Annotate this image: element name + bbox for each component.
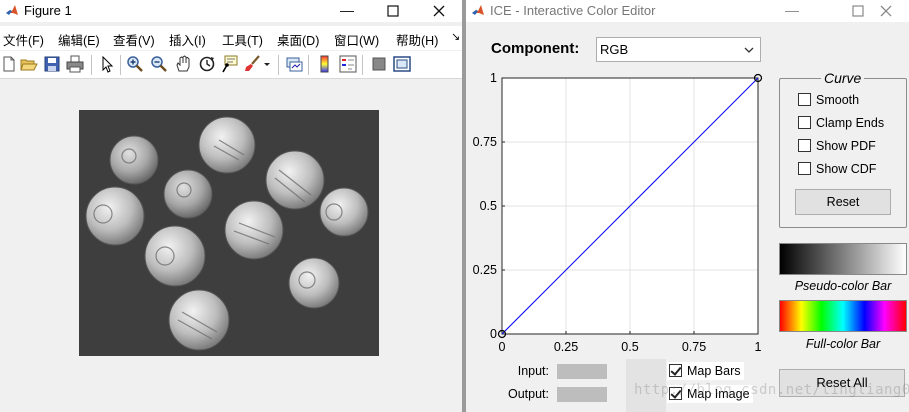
y-tick-label: 0.75 bbox=[473, 135, 497, 149]
watermark-text: http://blog.csdn.net/lingliang022 bbox=[634, 382, 909, 398]
toolbar-separator bbox=[91, 55, 92, 75]
x-tick-label: 0 bbox=[499, 340, 506, 354]
chevron-down-icon[interactable] bbox=[262, 55, 272, 73]
checkbox-box[interactable] bbox=[669, 364, 682, 377]
figure-toolbar bbox=[0, 51, 462, 79]
figure-window: Figure 1 — 文件(F) 编辑(E) 查看(V) 插入(I) 工具(T)… bbox=[0, 0, 462, 412]
smooth-label: Smooth bbox=[816, 93, 860, 107]
menu-window[interactable]: 窗口(W) bbox=[334, 30, 379, 49]
maximize-button[interactable] bbox=[370, 0, 416, 22]
zoom-in-icon[interactable] bbox=[126, 55, 144, 73]
matlab-icon bbox=[6, 5, 18, 15]
reset-button[interactable]: Reset bbox=[795, 189, 891, 215]
menu-desktop[interactable]: 桌面(D) bbox=[277, 30, 319, 49]
new-figure-icon[interactable] bbox=[0, 55, 18, 73]
open-icon[interactable] bbox=[20, 55, 38, 73]
menu-overflow[interactable]: ↘ bbox=[451, 30, 460, 43]
input-label: Input: bbox=[517, 364, 549, 378]
pseudo-color-bar[interactable] bbox=[779, 243, 907, 275]
toolbar-separator bbox=[362, 55, 363, 75]
menu-edit[interactable]: 编辑(E) bbox=[58, 30, 100, 49]
map-bars-checkbox[interactable]: Map Bars bbox=[667, 362, 744, 380]
menu-view[interactable]: 查看(V) bbox=[113, 30, 155, 49]
figure-title: Figure 1 bbox=[24, 3, 72, 18]
component-label: Component: bbox=[491, 40, 580, 57]
checkbox-box[interactable] bbox=[798, 139, 811, 152]
checkbox-box[interactable] bbox=[798, 116, 811, 129]
curve-panel-title: Curve bbox=[821, 70, 865, 86]
y-tick-label: 0.25 bbox=[473, 263, 497, 277]
close-icon bbox=[433, 5, 445, 17]
x-tick-label: 0.75 bbox=[682, 340, 706, 354]
show-cdf-label: Show CDF bbox=[816, 162, 877, 176]
pseudo-color-label: Pseudo-color Bar bbox=[794, 279, 892, 293]
brush-icon[interactable] bbox=[243, 55, 261, 73]
menu-file[interactable]: 文件(F) bbox=[3, 30, 44, 49]
show-pdf-label: Show PDF bbox=[816, 139, 876, 153]
clamp-ends-checkbox[interactable]: Clamp Ends bbox=[798, 116, 884, 132]
y-tick-label: 0 bbox=[490, 327, 497, 341]
clamp-ends-label: Clamp Ends bbox=[816, 116, 885, 130]
close-icon bbox=[880, 5, 892, 17]
chevron-down-icon bbox=[744, 47, 754, 53]
data-cursor-icon[interactable] bbox=[221, 55, 239, 73]
checkbox-box[interactable] bbox=[798, 162, 811, 175]
minimize-button[interactable]: — bbox=[769, 0, 815, 22]
colorbar-icon[interactable] bbox=[316, 55, 334, 73]
pan-icon[interactable] bbox=[174, 55, 192, 73]
close-button[interactable] bbox=[416, 0, 462, 22]
save-icon[interactable] bbox=[43, 55, 61, 73]
smooth-checkbox[interactable]: Smooth bbox=[798, 93, 859, 109]
coins-grayscale-image bbox=[79, 110, 379, 356]
menu-help[interactable]: 帮助(H) bbox=[396, 30, 438, 49]
ice-title: ICE - Interactive Color Editor bbox=[490, 3, 656, 18]
toolbar-separator bbox=[120, 55, 121, 75]
rotate-icon[interactable] bbox=[198, 55, 216, 73]
map-bars-label: Map Bars bbox=[687, 364, 741, 378]
checkbox-box[interactable] bbox=[798, 93, 811, 106]
output-label: Output: bbox=[508, 387, 549, 401]
menu-tools[interactable]: 工具(T) bbox=[222, 30, 263, 49]
legend-icon[interactable] bbox=[339, 55, 357, 73]
figure-menubar: 文件(F) 编辑(E) 查看(V) 插入(I) 工具(T) 桌面(D) 窗口(W… bbox=[0, 26, 462, 50]
show-pdf-checkbox[interactable]: Show PDF bbox=[798, 139, 876, 155]
pointer-icon[interactable] bbox=[98, 55, 116, 73]
zoom-out-icon[interactable] bbox=[150, 55, 168, 73]
show-cdf-checkbox[interactable]: Show CDF bbox=[798, 162, 876, 178]
component-select[interactable]: RGB bbox=[596, 37, 761, 62]
full-color-bar[interactable] bbox=[779, 300, 907, 332]
print-icon[interactable] bbox=[66, 55, 84, 73]
figure-titlebar[interactable]: Figure 1 — bbox=[0, 0, 462, 22]
ice-titlebar[interactable]: ICE - Interactive Color Editor — bbox=[466, 0, 909, 22]
minimize-button[interactable]: — bbox=[324, 0, 370, 22]
hide-plot-tools-icon[interactable] bbox=[370, 55, 388, 73]
x-tick-label: 0.25 bbox=[554, 340, 578, 354]
output-value bbox=[557, 387, 607, 402]
ice-window: ICE - Interactive Color Editor — Compone… bbox=[466, 0, 909, 412]
show-plot-tools-icon[interactable] bbox=[393, 55, 411, 73]
coins-image-graphic bbox=[79, 110, 379, 356]
x-tick-label: 1 bbox=[755, 340, 762, 354]
matlab-icon bbox=[472, 5, 484, 15]
component-value: RGB bbox=[600, 42, 629, 57]
toolbar-separator bbox=[308, 55, 309, 75]
link-plot-icon[interactable] bbox=[285, 55, 303, 73]
maximize-icon bbox=[387, 5, 399, 17]
x-tick-label: 0.5 bbox=[621, 340, 638, 354]
menu-insert[interactable]: 插入(I) bbox=[169, 30, 206, 49]
full-color-label: Full-color Bar bbox=[805, 337, 881, 351]
toolbar-separator bbox=[278, 55, 279, 75]
close-button[interactable] bbox=[863, 0, 909, 22]
y-tick-label: 0.5 bbox=[480, 199, 497, 213]
mapping-curve-plot[interactable]: 0 0.25 0.5 0.75 1 0 0.25 0.5 0.75 1 bbox=[466, 68, 766, 358]
input-value bbox=[557, 364, 607, 379]
y-tick-label: 1 bbox=[490, 71, 497, 85]
